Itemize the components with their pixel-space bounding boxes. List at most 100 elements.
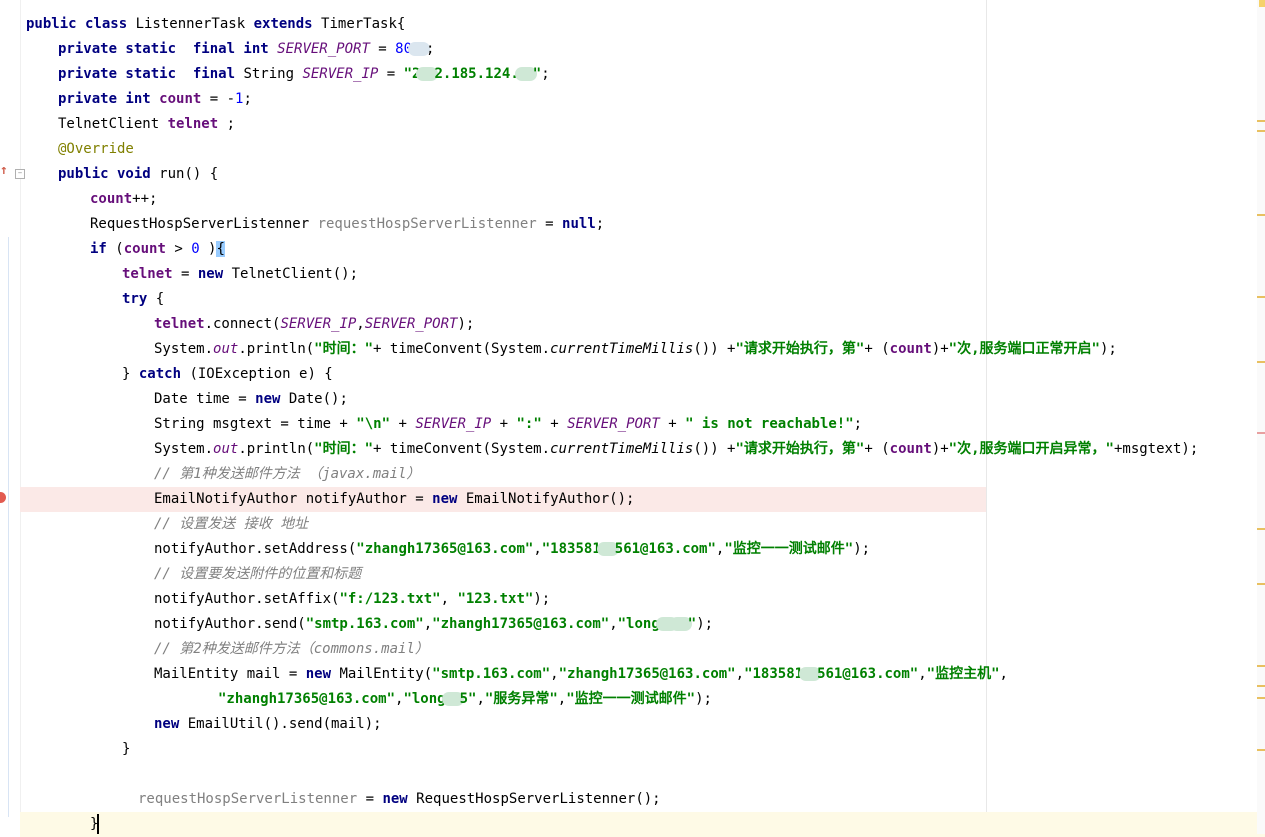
code-line[interactable]: System.out.println("时间："+ timeConvent(Sy… (154, 437, 1198, 462)
code-token: ListennerTask (135, 16, 254, 32)
code-line[interactable]: private int count = -1; (58, 87, 252, 112)
code-token: + timeConvent(System. (373, 441, 551, 457)
code-line[interactable]: EmailNotifyAuthor notifyAuthor = new Ema… (154, 487, 634, 512)
code-line[interactable]: } catch (IOException e) { (122, 362, 333, 387)
code-line[interactable]: public void run() { (58, 162, 218, 187)
code-token: new (154, 716, 188, 732)
code-token: MailEntity( (339, 666, 433, 682)
code-token: // 第1种发送邮件方法 （javax.mail） (154, 466, 421, 482)
code-token: "时间：" (314, 341, 374, 357)
code-token: new (197, 266, 232, 282)
code-token: Date(); (288, 391, 348, 407)
code-token: " is not reachable!" (685, 416, 854, 432)
code-token: System. (154, 441, 214, 457)
stripe-mark[interactable] (1257, 749, 1265, 751)
code-line[interactable]: } (122, 737, 130, 762)
code-token: extends (253, 16, 322, 32)
editor-gutter[interactable] (0, 0, 21, 834)
code-line[interactable]: notifyAuthor.setAddress("zhangh17365@163… (154, 537, 870, 562)
code-line[interactable]: Date time = new Date(); (154, 387, 348, 412)
code-token: EmailUtil().send(mail); (187, 716, 382, 732)
code-line[interactable]: // 第1种发送邮件方法 （javax.mail） (154, 462, 420, 487)
code-token: requestHospServerListenner (138, 791, 358, 807)
code-token: "监控一一测试邮件" (724, 541, 854, 557)
code-line[interactable]: // 设置发送 接收 地址 (154, 512, 308, 537)
code-token: count (159, 91, 202, 107)
code-token: requestHospServerListenner (317, 216, 537, 232)
matched-brace: { (216, 241, 225, 257)
code-token: ; (426, 41, 435, 57)
code-line[interactable]: count++; (90, 187, 157, 212)
code-token: .println( (238, 441, 315, 457)
code-token: + (541, 416, 568, 432)
code-token: RequestHospServerListenner(); (416, 791, 661, 807)
fold-icon[interactable]: − (15, 169, 25, 179)
code-line[interactable]: MailEntity mail = new MailEntity("smtp.1… (154, 662, 1008, 687)
stripe-mark[interactable] (1257, 685, 1265, 687)
right-margin-guide (986, 0, 987, 834)
code-line[interactable]: "zhangh17365@163.com","long 5","服务异常","监控… (218, 687, 712, 712)
code-line[interactable]: notifyAuthor.setAffix("f:/123.txt", "123… (154, 587, 550, 612)
error-stripe[interactable] (1257, 0, 1265, 834)
code-token: ()) + (693, 341, 736, 357)
code-line[interactable]: if (count > 0 ){ (90, 237, 225, 262)
code-token: "服务异常" (484, 691, 558, 707)
code-token: "\n" (356, 416, 391, 432)
code-token: ); (533, 591, 551, 607)
code-token: telnet (154, 316, 205, 332)
code-token: "smtp.163.com" (432, 666, 551, 682)
stripe-mark[interactable] (1257, 665, 1265, 667)
code-token: 0 (191, 241, 200, 257)
stripe-mark[interactable] (1257, 214, 1265, 216)
stripe-mark[interactable] (1257, 130, 1265, 132)
code-token: MailEntity mail = (154, 666, 306, 682)
code-token: catch (138, 366, 190, 382)
code-line[interactable]: } (90, 812, 100, 837)
stripe-mark[interactable] (1257, 296, 1265, 298)
code-token: ()) + (693, 441, 736, 457)
code-token: // 设置发送 接收 地址 (154, 516, 309, 532)
code-token: try (122, 291, 156, 307)
code-line[interactable]: RequestHospServerListenner requestHospSe… (90, 212, 604, 237)
code-token: SERVER_IP (415, 416, 492, 432)
code-line[interactable]: try { (122, 287, 164, 312)
stripe-mark[interactable] (1257, 120, 1265, 122)
code-line[interactable]: public class ListennerTask extends Timer… (26, 12, 405, 37)
code-line[interactable]: private static final int SERVER_PORT = 8… (58, 37, 434, 62)
code-line[interactable]: private static final String SERVER_IP = … (58, 62, 550, 87)
code-token: currentTimeMillis (550, 341, 694, 357)
override-arrow-icon[interactable]: ↑ (0, 163, 8, 178)
stripe-mark[interactable] (1257, 361, 1265, 363)
code-token: , (550, 666, 559, 682)
code-line[interactable]: // 设置要发送附件的位置和标题 (154, 562, 361, 587)
code-token: (IOException e) { (189, 366, 333, 382)
code-token: , (476, 691, 485, 707)
code-line[interactable]: telnet.connect(SERVER_IP,SERVER_PORT); (154, 312, 474, 337)
code-token: TelnetClient(); (231, 266, 359, 282)
code-token: "监控主机" (926, 666, 1000, 682)
code-token: private static final (58, 66, 244, 82)
code-line[interactable]: String msgtext = time + "\n" + SERVER_IP… (154, 412, 862, 437)
code-line[interactable]: // 第2种发送邮件方法（commons.mail） (154, 637, 429, 662)
code-token: new (255, 391, 289, 407)
code-token: )+ (931, 341, 949, 357)
stripe-mark[interactable] (1257, 528, 1265, 530)
code-line[interactable]: telnet = new TelnetClient(); (122, 262, 358, 287)
code-token: null (562, 216, 596, 232)
code-token: EmailNotifyAuthor(); (465, 491, 635, 507)
code-line[interactable]: new EmailUtil().send(mail); (154, 712, 382, 737)
code-token: ( (115, 241, 124, 257)
stripe-mark[interactable] (1257, 432, 1265, 434)
inspection-status-icon[interactable] (1259, 0, 1265, 7)
code-line[interactable]: System.out.println("时间："+ timeConvent(Sy… (154, 337, 1117, 362)
code-token: = (357, 791, 383, 807)
code-line[interactable]: notifyAuthor.send("smtp.163.com","zhangh… (154, 612, 713, 637)
code-token: SERVER_IP (280, 316, 357, 332)
code-line[interactable]: requestHospServerListenner = new Request… (138, 787, 661, 812)
stripe-mark[interactable] (1257, 697, 1265, 699)
code-token: count (889, 341, 932, 357)
code-token: @Override (58, 141, 134, 157)
code-line[interactable]: TelnetClient telnet ; (58, 112, 235, 137)
code-line[interactable]: @Override (58, 137, 134, 162)
stripe-mark[interactable] (1257, 583, 1265, 585)
